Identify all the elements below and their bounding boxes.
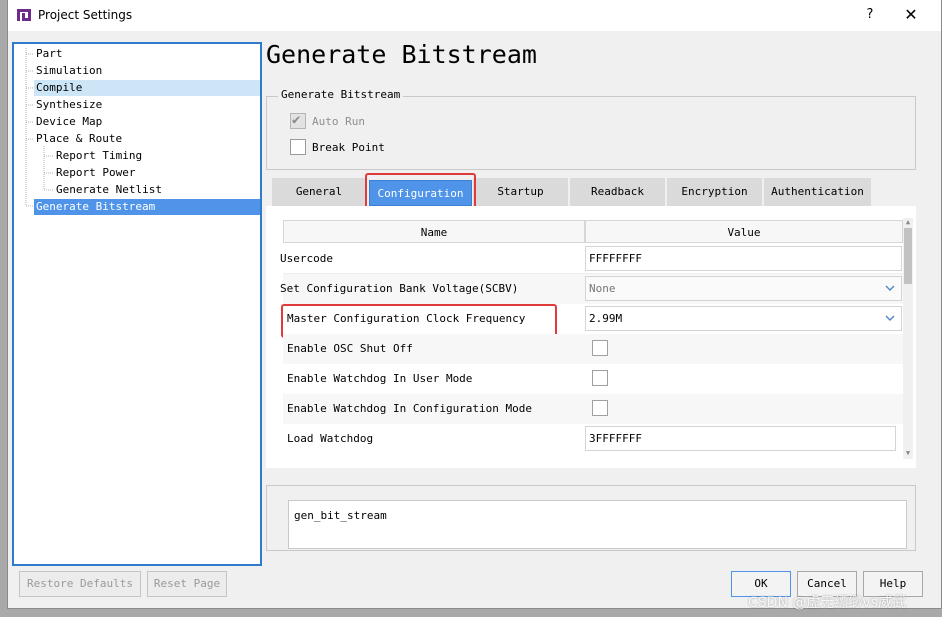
load-watchdog-input[interactable]: 3FFFFFFF — [585, 426, 896, 451]
watchdog-config-checkbox[interactable] — [592, 400, 608, 416]
tree-item-compile[interactable]: Compile — [34, 80, 260, 96]
row-name-usercode: Usercode — [280, 252, 333, 265]
auto-run-checkbox[interactable]: ✔ — [290, 112, 306, 129]
tree-item-report-timing[interactable]: Report Timing — [56, 148, 142, 164]
tree-item-place-route[interactable]: Place & Route — [36, 131, 122, 147]
table-scrollbar[interactable]: ▲ ▼ — [903, 218, 913, 459]
group-title: Generate Bitstream — [278, 88, 404, 101]
reset-page-button[interactable]: Reset Page — [147, 571, 227, 597]
tree-item-synthesize[interactable]: Synthesize — [36, 97, 102, 113]
watermark: CSDN @虚无缥缈vs威武 — [748, 595, 906, 611]
row-name-scbv: Set Configuration Bank Voltage(SCBV) — [280, 282, 519, 295]
watchdog-user-checkbox[interactable] — [592, 370, 608, 386]
tree-item-generate-netlist[interactable]: Generate Netlist — [56, 182, 162, 198]
scroll-up-icon[interactable]: ▲ — [903, 218, 913, 228]
tree-item-part[interactable]: Part — [36, 46, 63, 62]
checkmark-icon: ✔ — [292, 112, 301, 128]
usercode-input[interactable]: FFFFFFFF — [585, 246, 902, 271]
tab-authentication[interactable]: Authentication — [764, 178, 871, 206]
command-text-area[interactable]: gen_bit_stream — [288, 500, 907, 549]
tab-general[interactable]: General — [272, 178, 366, 206]
app-logo-icon — [17, 9, 31, 21]
restore-defaults-button[interactable]: Restore Defaults — [19, 571, 141, 597]
title-help-button[interactable]: ? — [860, 5, 880, 25]
window-title: Project Settings — [38, 8, 133, 22]
scroll-down-icon[interactable]: ▼ — [903, 449, 913, 459]
title-bar: Project Settings ? ✕ — [8, 0, 941, 31]
master-clock-select[interactable]: 2.99M — [585, 306, 902, 331]
break-point-label: Break Point — [312, 141, 385, 154]
page-title: Generate Bitstream — [266, 40, 537, 69]
break-point-checkbox[interactable] — [290, 139, 306, 155]
row-name-watchdog-config: Enable Watchdog In Configuration Mode — [287, 402, 533, 415]
tab-startup[interactable]: Startup — [473, 178, 568, 206]
settings-tree[interactable]: Part Simulation Compile Synthesize Devic… — [12, 42, 262, 566]
tree-item-generate-bitstream[interactable]: Generate Bitstream — [34, 199, 260, 215]
auto-run-label: Auto Run — [312, 115, 365, 128]
tab-readback[interactable]: Readback — [570, 178, 665, 206]
osc-shut-off-checkbox[interactable] — [592, 340, 608, 356]
tree-item-report-power[interactable]: Report Power — [56, 165, 135, 181]
chevron-down-icon — [885, 315, 895, 321]
scroll-thumb[interactable] — [904, 228, 912, 284]
annotation-highlight-row — [281, 304, 557, 338]
scbv-select-value: None — [589, 282, 616, 295]
tree-item-device-map[interactable]: Device Map — [36, 114, 102, 130]
generate-bitstream-group — [266, 96, 916, 170]
close-button[interactable]: ✕ — [900, 5, 922, 25]
column-header-name[interactable]: Name — [283, 220, 585, 243]
scbv-select[interactable]: None — [585, 276, 902, 301]
chevron-down-icon — [885, 285, 895, 291]
master-clock-select-value: 2.99M — [589, 312, 623, 325]
tab-encryption[interactable]: Encryption — [667, 178, 762, 206]
tree-item-simulation[interactable]: Simulation — [36, 63, 102, 79]
row-name-load-watchdog: Load Watchdog — [287, 432, 374, 445]
column-header-value[interactable]: Value — [585, 220, 903, 243]
row-name-watchdog-user: Enable Watchdog In User Mode — [287, 372, 473, 385]
row-name-osc-shut-off: Enable OSC Shut Off — [287, 342, 413, 355]
